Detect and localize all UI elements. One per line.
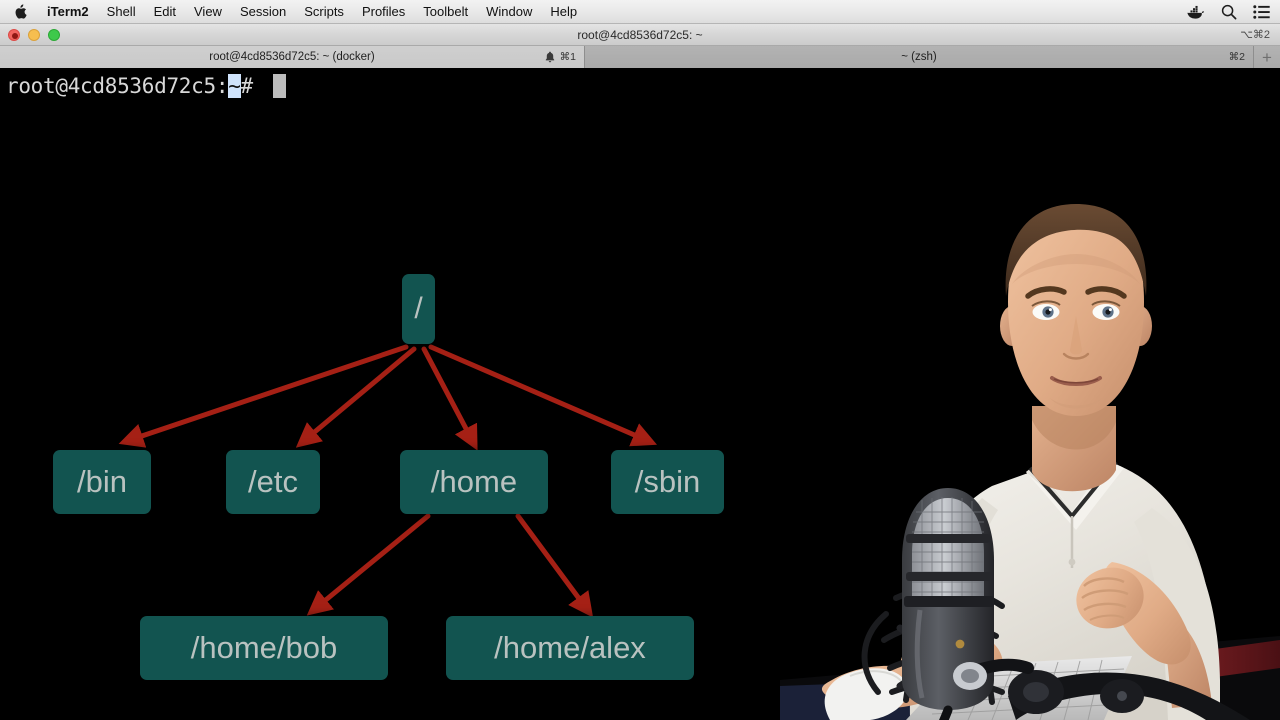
tab-docker-shortcut: ⌘1 [559,51,576,63]
menu-item-edit[interactable]: Edit [145,0,185,24]
person-head [1000,204,1152,416]
tree-node-label: /sbin [634,464,701,499]
tree-node-label: /etc [248,464,298,499]
tab-zsh-shortcut: ⌘2 [1228,51,1245,63]
tree-edge-home-to-bob [306,513,431,616]
tree-node-label: /home [430,464,518,499]
mic-mount-x [896,624,992,690]
terminal-prompt-line: root@4cd8536d72c5: ~ # [6,74,286,98]
iterm2-window: root@4cd8536d72c5: ~ ⌥⌘2 root@4cd8536d72… [0,24,1280,720]
menu-item-view[interactable]: View [185,0,231,24]
menu-item-scripts[interactable]: Scripts [295,0,353,24]
tree-node-root: / [402,274,435,344]
presenter-video-overlay [720,120,1280,720]
tree-node-label: / [414,292,423,325]
tree-node-bin: /bin [53,450,151,514]
tree-node-sbin: /sbin [611,450,724,514]
tree-edge-root-to-home [421,346,478,451]
tab-zsh-label: ~ (zsh) [901,51,937,63]
mic-shock-mount [861,577,1005,705]
terminal-body[interactable]: root@4cd8536d72c5: ~ # / /bin/etc/home/sbin… [0,68,1280,720]
tree-edge-home-to-alex [515,513,594,618]
menubar-items: iTerm2 Shell Edit View Session Scripts P… [12,0,586,24]
mouse [824,668,909,720]
maximize-button[interactable] [48,29,60,41]
menu-item-session[interactable]: Session [231,0,295,24]
macos-menubar: iTerm2 Shell Edit View Session Scripts P… [0,0,1280,24]
tree-edge-root-to-etc [295,346,417,448]
tab-bar: root@4cd8536d72c5: ~ (docker) ⌘1 ~ (zsh)… [0,46,1280,68]
window-title: root@4cd8536d72c5: ~ [577,27,703,42]
mic-boom-arm [953,658,1250,720]
close-button[interactable] [8,29,20,41]
prompt-selected-text: ~ [228,74,241,98]
keyboard [906,656,1132,720]
tab-zsh-meta: ⌘2 [1229,51,1245,63]
tree-edge-root-to-sbin [428,344,658,447]
filesystem-tree-diagram: / /bin/etc/home/sbin/home/bob/home/alex [0,68,1280,720]
terminal-cursor [272,74,286,98]
minimize-button[interactable] [28,29,40,41]
tree-node-label: /home/alex [494,630,646,665]
control-center-icon[interactable] [1253,0,1270,24]
apple-logo-icon[interactable] [12,3,28,21]
screen: iTerm2 Shell Edit View Session Scripts P… [0,0,1280,720]
desk [780,636,1280,720]
traffic-lights [8,24,60,46]
menu-item-iterm2[interactable]: iTerm2 [38,0,98,24]
tree-edge-root-to-bin [118,344,409,448]
bell-icon [545,51,555,63]
tree-node-alex: /home/alex [446,616,694,680]
window-shortcut-label: ⌥⌘2 [1240,28,1270,41]
menu-item-shell[interactable]: Shell [98,0,145,24]
tree-node-etc: /etc [226,450,320,514]
microphone [902,488,994,710]
person-left-hand [821,629,1003,709]
person-right-arm [1076,508,1220,720]
tree-node-label: /home/bob [190,630,338,665]
search-icon[interactable] [1221,0,1237,24]
menubar-status-icons [1186,0,1270,24]
prompt-suffix: # [240,74,254,98]
tree-node-bob: /home/bob [140,616,388,680]
new-tab-button[interactable]: + [1254,46,1280,68]
person-neck [1032,406,1116,492]
tab-docker-label: root@4cd8536d72c5: ~ (docker) [209,51,375,63]
tab-zsh[interactable]: ~ (zsh) ⌘2 [585,46,1254,68]
prompt-prefix: root@4cd8536d72c5: [6,74,229,98]
tree-arrows [118,344,658,618]
window-titlebar: root@4cd8536d72c5: ~ ⌥⌘2 [0,24,1280,46]
menu-item-toolbelt[interactable]: Toolbelt [414,0,477,24]
menu-item-profiles[interactable]: Profiles [353,0,414,24]
docker-whale-icon[interactable] [1186,0,1205,24]
tree-node-label: /bin [77,464,127,499]
tab-docker-meta: ⌘1 [545,51,576,63]
tree-node-home: /home [400,450,548,514]
tab-docker[interactable]: root@4cd8536d72c5: ~ (docker) ⌘1 [0,46,585,68]
person-torso [909,460,1220,720]
menu-item-help[interactable]: Help [541,0,586,24]
menu-item-window[interactable]: Window [477,0,541,24]
